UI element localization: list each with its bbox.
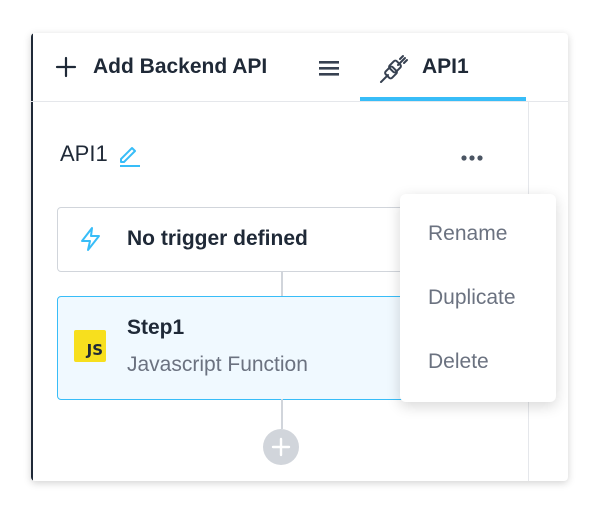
more-dots-icon[interactable] [457, 145, 487, 169]
api-name: API1 [60, 141, 108, 166]
add-step-plus-icon [271, 437, 291, 457]
pencil-icon[interactable] [116, 141, 142, 167]
menu-item-duplicate[interactable]: Duplicate [428, 286, 516, 310]
step-title: Step1 [127, 316, 185, 339]
lightning-bolt-icon [81, 227, 100, 251]
plug-icon [380, 55, 408, 83]
menu-item-delete[interactable]: Delete [428, 350, 489, 374]
tab-api1-label: API1 [422, 55, 469, 78]
menu-item-rename[interactable]: Rename [428, 222, 507, 246]
trigger-card[interactable]: No trigger defined [57, 207, 431, 272]
trigger-label: No trigger defined [127, 227, 308, 250]
tab-api1[interactable]: API1 [360, 33, 526, 101]
javascript-icon: JS [74, 330, 106, 362]
plus-icon [55, 56, 77, 78]
tab-bar: Add Backend API API1 [31, 33, 568, 102]
api-title-row: API1 [60, 141, 142, 167]
flow-connector [281, 271, 283, 296]
api-options-menu: Rename Duplicate Delete [400, 194, 556, 402]
add-backend-api-label: Add Backend API [93, 55, 268, 78]
add-backend-api-button[interactable]: Add Backend API [55, 49, 267, 85]
flow-connector [281, 399, 283, 429]
step-card[interactable]: JS Step1 Javascript Function [57, 296, 431, 400]
add-step-button[interactable] [263, 429, 299, 465]
step-subtitle: Javascript Function [127, 353, 308, 376]
hamburger-menu-icon[interactable] [317, 57, 341, 79]
active-tab-indicator [360, 97, 526, 101]
